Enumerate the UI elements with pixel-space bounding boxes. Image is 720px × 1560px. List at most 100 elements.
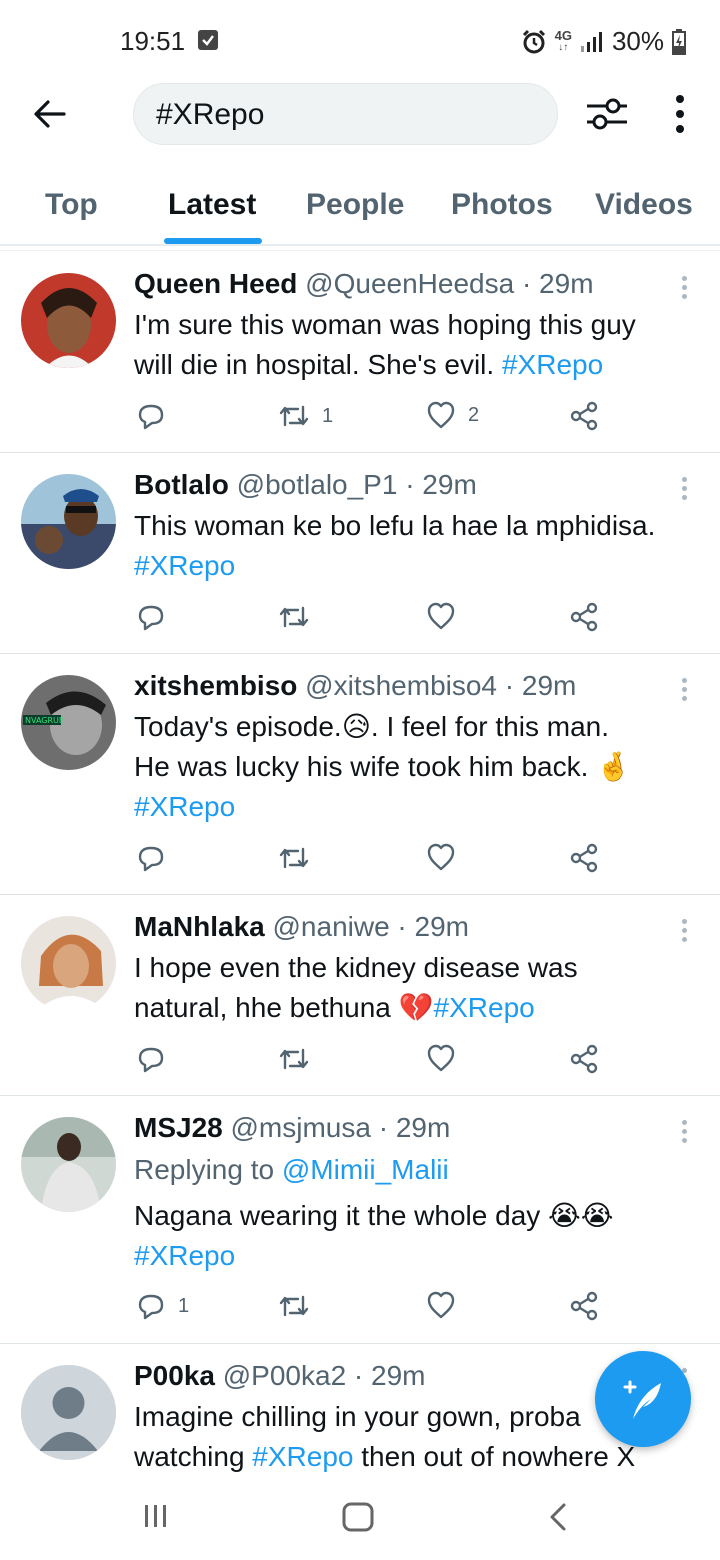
battery-charging-icon	[672, 28, 686, 55]
search-query: #XRepo	[156, 98, 265, 131]
retweet-button[interactable]	[278, 843, 322, 873]
retweet-icon	[279, 847, 309, 869]
reply-button[interactable]: 1	[136, 1291, 189, 1321]
tweet-actions	[134, 602, 614, 636]
hashtag-link[interactable]: #XRepo	[134, 791, 235, 822]
tweet-header: Botlalo @botlalo_P1 · 29m	[134, 469, 477, 501]
heart-icon	[427, 1044, 455, 1072]
default-avatar-icon	[21, 1365, 116, 1460]
tab-top[interactable]: Top	[45, 188, 98, 222]
share-icon	[570, 1291, 598, 1321]
tweet-item[interactable]: Botlalo @botlalo_P1 · 29m This woman ke …	[0, 453, 720, 654]
tweet-more-icon[interactable]	[682, 1120, 688, 1147]
tweet-text: Today's episode.😥. I feel for this man. …	[134, 711, 632, 822]
avatar[interactable]	[21, 273, 116, 368]
tweet-item[interactable]: NVAGRUE xitshembiso @xitshembiso4 · 29m …	[0, 654, 720, 895]
back-arrow-icon[interactable]	[30, 92, 70, 136]
hashtag-link[interactable]: #XRepo	[134, 550, 235, 581]
compose-tweet-button[interactable]	[595, 1351, 691, 1447]
retweet-icon	[279, 405, 309, 427]
replying-to-handle[interactable]: @Mimii_Malii	[282, 1154, 449, 1185]
tweet-more-icon[interactable]	[682, 276, 688, 303]
share-button[interactable]	[570, 401, 600, 431]
tab-photos[interactable]: Photos	[451, 188, 553, 222]
reply-icon	[138, 1047, 164, 1073]
alarm-icon	[522, 29, 545, 53]
display-name[interactable]: xitshembiso	[134, 670, 297, 701]
tweet-header: MSJ28 @msjmusa · 29m	[134, 1112, 450, 1144]
tweet-header: Queen Heed @QueenHeedsa · 29m	[134, 268, 594, 300]
status-bar: 19:51 4G ↓↑ 30%	[0, 0, 720, 80]
share-icon	[570, 602, 598, 632]
tweet-more-icon[interactable]	[682, 919, 688, 946]
retweet-button[interactable]	[278, 1044, 322, 1074]
like-button[interactable]	[426, 602, 468, 630]
retweet-button[interactable]: 1	[278, 401, 333, 431]
retweet-button[interactable]	[278, 1291, 322, 1321]
hashtag-link[interactable]: #XRepo	[252, 1441, 353, 1472]
tabs-divider-shadow	[0, 250, 720, 251]
display-name[interactable]: P00ka	[134, 1360, 215, 1391]
share-icon	[570, 843, 598, 873]
tweet-item[interactable]: MSJ28 @msjmusa · 29m Replying to @Mimii_…	[0, 1096, 720, 1344]
avatar[interactable]	[21, 916, 116, 1011]
share-button[interactable]	[570, 602, 600, 632]
hashtag-link[interactable]: #XRepo	[134, 1240, 235, 1271]
tweet-text: I'm sure this woman was hoping this guy …	[134, 309, 636, 380]
notification-check-icon	[198, 30, 218, 50]
avatar[interactable]	[21, 474, 116, 569]
tweet-actions: 1 2	[134, 401, 614, 435]
share-icon	[570, 1044, 598, 1074]
search-filter-icon[interactable]	[585, 94, 629, 134]
like-button[interactable]	[426, 1044, 468, 1072]
compose-feather-icon	[623, 1380, 661, 1419]
avatar[interactable]	[21, 1365, 116, 1460]
avatar[interactable]	[21, 1117, 116, 1212]
tweet-item[interactable]: Queen Heed @QueenHeedsa · 29m I'm sure t…	[0, 252, 720, 453]
reply-button[interactable]	[136, 602, 178, 632]
tweet-text: This woman ke bo lefu la hae la mphidisa…	[134, 510, 656, 581]
avatar[interactable]: NVAGRUE	[21, 675, 116, 770]
search-input[interactable]: #XRepo	[133, 83, 558, 145]
display-name[interactable]: Queen Heed	[134, 268, 297, 299]
hashtag-link[interactable]: #XRepo	[434, 992, 535, 1023]
home-icon[interactable]	[342, 1502, 374, 1532]
tab-latest[interactable]: Latest	[168, 188, 256, 222]
tweet-more-icon[interactable]	[682, 678, 688, 705]
like-button[interactable]: 2	[426, 401, 479, 429]
svg-text:NVAGRUE: NVAGRUE	[25, 716, 64, 725]
tweet-text: I hope even the kidney disease was natur…	[134, 952, 578, 1023]
heart-icon	[427, 1291, 455, 1319]
share-button[interactable]	[570, 1044, 600, 1074]
heart-icon	[427, 843, 455, 871]
retweet-icon	[279, 1295, 309, 1317]
network-type: 4G ↓↑	[554, 27, 572, 53]
status-time: 19:51	[120, 26, 186, 56]
like-button[interactable]	[426, 843, 468, 871]
battery-level: 30%	[611, 26, 664, 56]
share-button[interactable]	[570, 1291, 600, 1321]
reply-button[interactable]	[136, 843, 178, 873]
recent-apps-icon[interactable]	[142, 1502, 170, 1530]
tweet-item[interactable]: MaNhlaka @naniwe · 29m I hope even the k…	[0, 895, 720, 1096]
display-name[interactable]: MaNhlaka	[134, 911, 265, 942]
like-button[interactable]	[426, 1291, 468, 1319]
tweet-header: MaNhlaka @naniwe · 29m	[134, 911, 469, 943]
handle-time: @QueenHeedsa · 29m	[305, 268, 594, 299]
back-nav-icon[interactable]	[548, 1502, 568, 1532]
hashtag-link[interactable]: #XRepo	[502, 349, 603, 380]
reply-button[interactable]	[136, 1044, 178, 1074]
more-options-icon[interactable]	[672, 94, 688, 134]
tab-people[interactable]: People	[306, 188, 404, 222]
reply-button[interactable]	[136, 401, 178, 431]
retweet-button[interactable]	[278, 602, 322, 632]
system-nav-bar	[0, 1480, 720, 1560]
reply-icon	[138, 1294, 164, 1320]
signal-icon	[580, 31, 602, 52]
display-name[interactable]: Botlalo	[134, 469, 229, 500]
tweet-actions	[134, 843, 614, 877]
display-name[interactable]: MSJ28	[134, 1112, 223, 1143]
share-button[interactable]	[570, 843, 600, 873]
tweet-more-icon[interactable]	[682, 477, 688, 504]
tab-videos[interactable]: Videos	[595, 188, 693, 222]
